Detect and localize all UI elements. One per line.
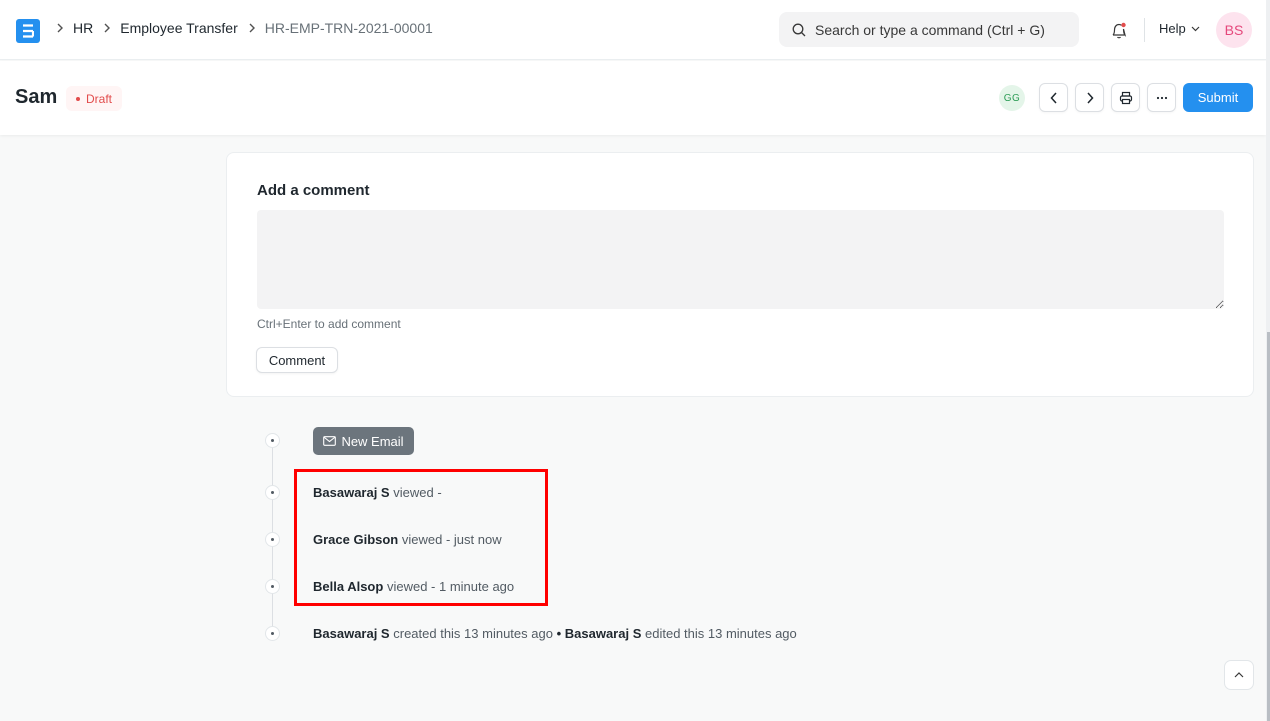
chevron-down-icon — [1191, 26, 1200, 31]
viewer-avatar[interactable]: GG — [999, 85, 1025, 111]
submit-button[interactable]: Submit — [1183, 83, 1253, 112]
timeline-dot-icon — [265, 433, 280, 448]
breadcrumb: HR Employee Transfer HR-EMP-TRN-2021-000… — [56, 20, 443, 36]
chevron-right-icon — [248, 23, 256, 33]
comment-title: Add a comment — [257, 182, 370, 199]
timeline-created-edited-item: Basawaraj S created this 13 minutes ago … — [313, 626, 797, 641]
page-title: Sam — [15, 86, 58, 108]
comment-input[interactable] — [257, 210, 1224, 309]
page-head: Sam Draft GG Submit — [0, 61, 1266, 135]
scroll-to-top-button[interactable] — [1224, 660, 1254, 690]
print-button[interactable] — [1111, 83, 1140, 112]
comment-button[interactable]: Comment — [256, 347, 338, 373]
erpnext-logo-icon — [23, 24, 34, 38]
highlight-annotation-box — [294, 469, 548, 606]
status-label: Draft — [86, 91, 113, 106]
more-actions-button[interactable] — [1147, 83, 1176, 112]
status-dot-icon — [76, 96, 80, 101]
timeline-dot-icon — [265, 485, 280, 500]
navbar: HR Employee Transfer HR-EMP-TRN-2021-000… — [0, 0, 1266, 60]
ellipsis-icon — [1156, 96, 1167, 99]
chevron-right-icon — [103, 23, 111, 33]
previous-doc-button[interactable] — [1039, 83, 1068, 112]
timeline-user-link[interactable]: Basawaraj S — [565, 626, 642, 641]
new-email-label: New Email — [341, 433, 404, 449]
timeline-dot-icon — [265, 579, 280, 594]
chevron-left-icon — [1049, 91, 1057, 104]
timeline-separator: • — [556, 626, 562, 641]
timeline-dot-icon — [265, 532, 280, 547]
breadcrumb-employee-transfer[interactable]: Employee Transfer — [120, 20, 238, 36]
printer-icon — [1119, 91, 1132, 104]
help-label: Help — [1159, 21, 1186, 36]
status-badge: Draft — [66, 86, 123, 111]
timeline-action: edited this 13 minutes ago — [645, 626, 797, 641]
comment-card: Add a comment Ctrl+Enter to add comment … — [226, 152, 1254, 397]
app-logo[interactable] — [16, 19, 40, 43]
navbar-divider — [1144, 18, 1145, 42]
bell-icon — [1112, 22, 1127, 39]
breadcrumb-hr[interactable]: HR — [73, 20, 93, 36]
chevron-right-icon — [56, 23, 64, 33]
chevron-up-icon — [1234, 672, 1244, 678]
timeline-dot-icon — [265, 626, 280, 641]
user-avatar[interactable]: BS — [1216, 12, 1252, 48]
search-placeholder: Search or type a command (Ctrl + G) — [815, 21, 1045, 38]
new-email-button[interactable]: New Email — [313, 427, 414, 455]
comment-hint: Ctrl+Enter to add comment — [257, 317, 401, 331]
chevron-right-icon — [1086, 91, 1094, 104]
help-dropdown[interactable]: Help — [1159, 21, 1200, 36]
timeline-user-link[interactable]: Basawaraj S — [313, 626, 390, 641]
search-input[interactable]: Search or type a command (Ctrl + G) — [779, 12, 1079, 47]
next-doc-button[interactable] — [1075, 83, 1104, 112]
notifications-button[interactable] — [1108, 19, 1130, 41]
mail-icon — [323, 436, 337, 446]
timeline-action: created this 13 minutes ago — [393, 626, 553, 641]
breadcrumb-current-doc[interactable]: HR-EMP-TRN-2021-00001 — [265, 20, 433, 36]
search-icon — [792, 23, 806, 36]
